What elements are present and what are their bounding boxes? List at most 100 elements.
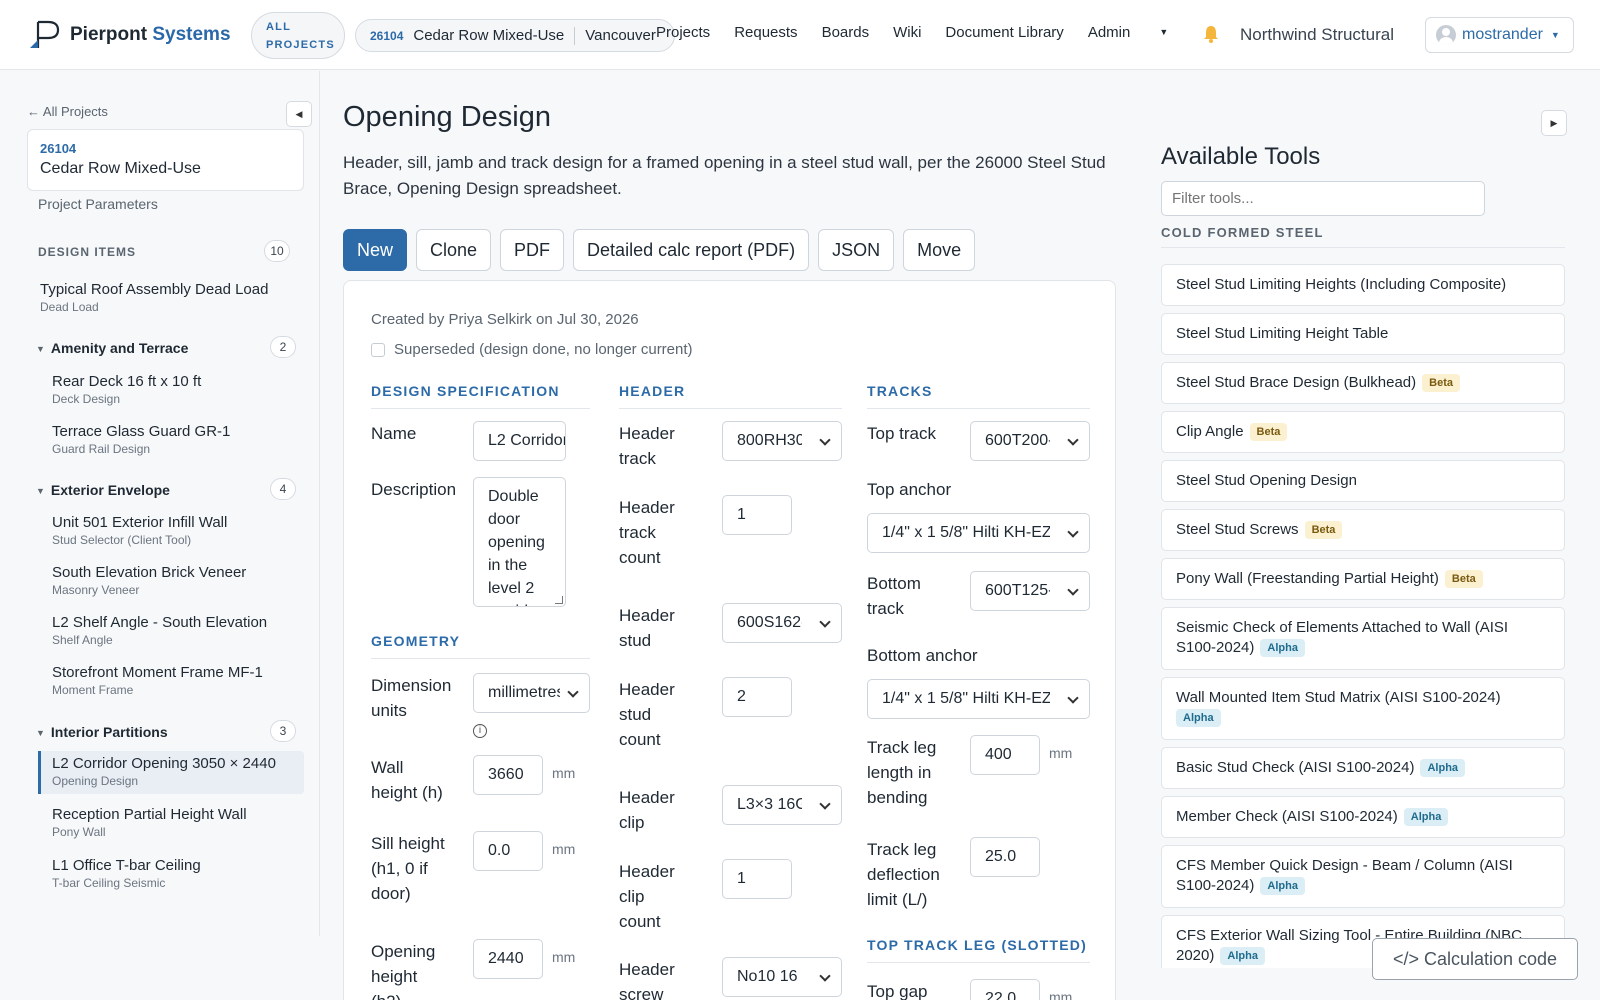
header-screw-select[interactable]: No10 16	[722, 957, 842, 997]
sidebar-item-moment-frame[interactable]: Storefront Moment Frame MF-1 Moment Fram…	[52, 664, 302, 697]
chevron-down-icon	[1067, 526, 1079, 538]
dimension-units-select[interactable]: millimetres	[473, 673, 590, 713]
top-gap-input[interactable]: 22.0	[970, 979, 1040, 1000]
top-track-select[interactable]: 600T200-54	[970, 421, 1090, 461]
section-heading: TOP TRACK LEG (SLOTTED)	[867, 937, 1090, 963]
item-title: L1 Office T-bar Ceiling	[52, 857, 201, 874]
name-input[interactable]: L2 Corridor Opening 3050 × 2440	[473, 421, 566, 461]
project-number: 26104	[370, 28, 404, 43]
nav-link-document-library[interactable]: Document Library	[945, 24, 1063, 41]
superseded-checkbox[interactable]	[371, 342, 385, 357]
alpha-badge: Alpha	[1260, 877, 1305, 895]
header-track-count-input[interactable]: 1	[722, 495, 792, 535]
header-stud-select[interactable]: 600S162-54	[722, 603, 842, 643]
caret-down-icon: ▼	[1550, 30, 1560, 40]
user-menu-button[interactable]: mostrander ▼	[1425, 17, 1574, 53]
sidebar-item-l2-corridor-opening[interactable]: L2 Corridor Opening 3050 × 2440 Opening …	[38, 751, 304, 794]
header-clip-count-input[interactable]: 1	[722, 859, 792, 899]
pdf-button[interactable]: PDF	[500, 229, 565, 271]
top-anchor-select[interactable]: 1/4" x 1 5/8" Hilti KH-EZ	[867, 513, 1090, 553]
nav-link-requests[interactable]: Requests	[734, 24, 797, 41]
sidebar-item-unit-501-wall[interactable]: Unit 501 Exterior Infill Wall Stud Selec…	[52, 514, 302, 547]
description-textarea[interactable]: Double door opening in the level 2 corri…	[473, 477, 566, 607]
opening-height-input[interactable]: 2440	[473, 939, 543, 979]
tool-clip-angle[interactable]: Clip Angle Beta	[1161, 411, 1565, 453]
clone-button[interactable]: Clone	[416, 229, 492, 271]
header-track-label: Header track	[619, 424, 675, 468]
back-to-all-projects-link[interactable]: ← All Projects	[27, 104, 108, 119]
track-leg-deflection-label: Track leg deflection limit (L/)	[867, 840, 940, 909]
bottom-anchor-select[interactable]: 1/4" x 1 5/8" Hilti KH-EZ	[867, 679, 1090, 719]
sidebar-item-rear-deck[interactable]: Rear Deck 16 ft x 10 ft Deck Design	[52, 373, 302, 406]
sidebar-item-terrace-glass-guard[interactable]: Terrace Glass Guard GR-1 Guard Rail Desi…	[52, 423, 302, 456]
detailed-calc-report-button[interactable]: Detailed calc report (PDF)	[573, 229, 810, 271]
filter-tools-input[interactable]	[1161, 181, 1485, 216]
sidebar-item-shelf-angle[interactable]: L2 Shelf Angle - South Elevation Shelf A…	[52, 614, 302, 647]
info-icon[interactable]: i	[473, 724, 487, 738]
chevron-down-icon	[567, 686, 579, 698]
wall-height-input[interactable]: 3660	[473, 755, 543, 795]
project-card[interactable]: 26104 Cedar Row Mixed-Use	[27, 129, 304, 191]
new-button[interactable]: New	[343, 229, 408, 271]
chevron-down-icon	[819, 970, 831, 982]
design-form: Created by Priya Selkirk on Jul 30, 2026…	[343, 280, 1116, 1000]
tool-steel-stud-brace-design[interactable]: Steel Stud Brace Design (Bulkhead) Beta	[1161, 362, 1565, 404]
superseded-checkbox-row[interactable]: Superseded (design done, no longer curre…	[371, 341, 693, 358]
move-button[interactable]: Move	[903, 229, 976, 271]
item-title: L2 Shelf Angle - South Elevation	[52, 614, 268, 631]
collapse-tools-button[interactable]: ▶	[1541, 110, 1567, 136]
group-amenity-and-terrace[interactable]: ▼ Amenity and Terrace	[36, 340, 188, 356]
top-navbar: Pierpont Systems ALL PROJECTS 26104 Cedar…	[0, 0, 1600, 70]
tool-steel-stud-limiting-heights[interactable]: Steel Stud Limiting Heights (Including C…	[1161, 264, 1565, 306]
track-leg-length-input[interactable]: 400	[970, 735, 1040, 775]
item-title: Storefront Moment Frame MF-1	[52, 664, 263, 681]
group-interior-partitions[interactable]: ▼ Interior Partitions	[36, 724, 168, 740]
nav-link-wiki[interactable]: Wiki	[893, 24, 921, 41]
sidebar-item-tbar-ceiling[interactable]: L1 Office T-bar Ceiling T-bar Ceiling Se…	[52, 857, 302, 890]
all-projects-button[interactable]: ALL PROJECTS	[251, 12, 345, 59]
tool-member-check[interactable]: Member Check (AISI S100-2024) Alpha	[1161, 796, 1565, 838]
item-type: Deck Design	[52, 392, 121, 406]
header-track-select[interactable]: 800RH300-54	[722, 421, 842, 461]
tool-steel-stud-limiting-height-table[interactable]: Steel Stud Limiting Height Table	[1161, 313, 1565, 355]
track-leg-deflection-input[interactable]: 25.0	[970, 837, 1040, 877]
sill-height-input[interactable]: 0.0	[473, 831, 543, 871]
tool-pony-wall[interactable]: Pony Wall (Freestanding Partial Height) B…	[1161, 558, 1565, 600]
group-exterior-envelope[interactable]: ▼ Exterior Envelope	[36, 482, 170, 498]
project-parameters-link[interactable]: Project Parameters	[38, 196, 158, 212]
resize-handle-icon[interactable]	[555, 596, 563, 604]
brand-logo[interactable]: Pierpont Systems	[28, 20, 231, 50]
sidebar-item-brick-veneer[interactable]: South Elevation Brick Veneer Masonry Ven…	[52, 564, 302, 597]
tool-cfs-member-quick-design[interactable]: CFS Member Quick Design - Beam / Column …	[1161, 845, 1565, 908]
tool-steel-stud-opening-design[interactable]: Steel Stud Opening Design	[1161, 460, 1565, 502]
nav-link-boards[interactable]: Boards	[822, 24, 870, 41]
header-clip-select[interactable]: L3×3 16GA	[722, 785, 842, 825]
geometry-section: GEOMETRY	[371, 633, 590, 659]
nav-link-projects[interactable]: Projects	[656, 24, 710, 41]
sidebar-item-reception-wall[interactable]: Reception Partial Height Wall Pony Wall	[52, 806, 302, 839]
chevron-down-icon	[1067, 584, 1079, 596]
sidebar-item-roof-dead-load[interactable]: Typical Roof Assembly Dead Load Dead Loa…	[40, 281, 302, 314]
item-type: Stud Selector (Client Tool)	[52, 533, 192, 547]
cold-formed-steel-heading: COLD FORMED STEEL	[1161, 225, 1565, 248]
tool-seismic-check[interactable]: Seismic Check of Elements Attached to Wa…	[1161, 607, 1565, 670]
wall-height-label: Wall height (h)	[371, 758, 443, 802]
calculation-code-button[interactable]: </> Calculation code	[1372, 938, 1578, 980]
current-project-pill[interactable]: 26104 Cedar Row Mixed-Use Vancouver	[355, 19, 675, 52]
header-stud-count-input[interactable]: 2	[722, 677, 792, 717]
top-gap-label: Top gap	[867, 982, 928, 1000]
bell-icon[interactable]	[1201, 24, 1221, 44]
json-button[interactable]: JSON	[818, 229, 895, 271]
tool-basic-stud-check[interactable]: Basic Stud Check (AISI S100-2024) Alpha	[1161, 747, 1565, 789]
nav-link-admin[interactable]: Admin ▼	[1088, 24, 1192, 41]
tool-steel-stud-screws[interactable]: Steel Stud Screws Beta	[1161, 509, 1565, 551]
track-leg-length-label: Track leg length in bending	[867, 738, 937, 807]
collapse-sidebar-button[interactable]: ◀	[286, 101, 312, 127]
caret-right-icon: ▶	[1550, 118, 1558, 128]
alpha-badge: Alpha	[1176, 709, 1221, 727]
tool-wall-mounted-item-stud-matrix[interactable]: Wall Mounted Item Stud Matrix (AISI S100…	[1161, 677, 1565, 740]
bottom-track-select[interactable]: 600T125-54	[970, 571, 1090, 611]
caret-down-icon: ▼	[36, 486, 45, 496]
group-count-badge: 2	[270, 336, 296, 358]
action-toolbar: New Clone PDF Detailed calc report (PDF)…	[343, 229, 976, 271]
